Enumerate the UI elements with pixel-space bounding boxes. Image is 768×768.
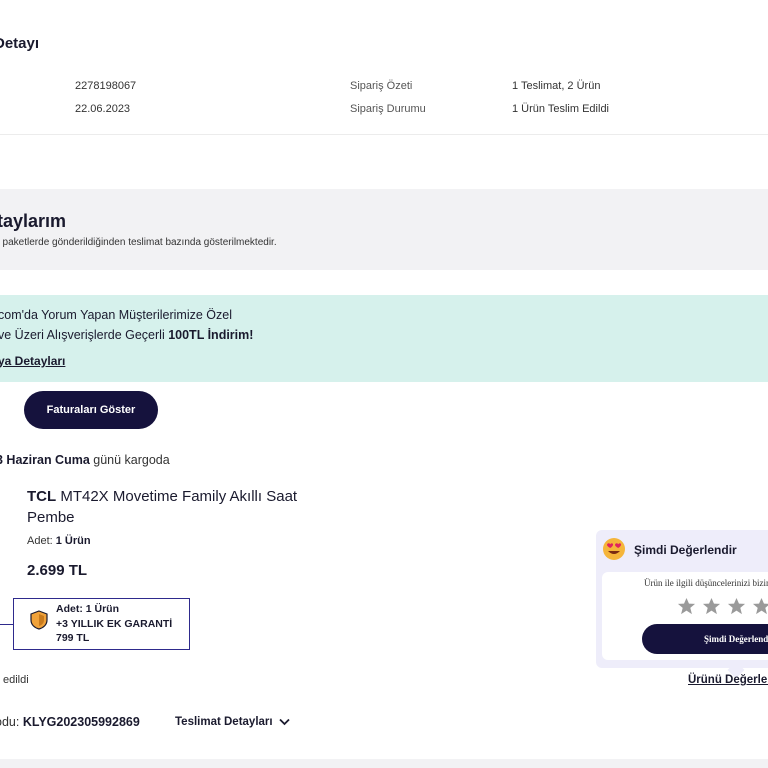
rating-prompt: Ürün ile ilgili düşüncelerinizi bizimle [644,578,768,588]
campaign-details-link[interactable]: ya Detayları [0,354,65,368]
tracking-code: odu: KLYG202305992869 [0,715,140,729]
order-date: 22.06.2023 [75,103,131,115]
promo-suffix: İndirim! [204,328,254,342]
order-summary-value: 1 Teslimat, 2 Ürün [512,80,601,92]
star-icon[interactable] [752,597,768,616]
shield-icon [30,610,48,630]
product-quantity-label: Adet: [27,535,56,547]
promo-amount: 100TL [168,328,205,342]
product-price: 2.699 TL [27,562,88,579]
rate-product-link[interactable]: Ürünü Değerlen [688,674,768,686]
star-icon[interactable] [677,597,696,616]
cargo-date-bold: 3 Haziran Cuma [0,453,90,467]
delivery-details-subtitle: ı paketlerde gönderildiğinden teslimat b… [0,237,277,248]
star-icon[interactable] [702,597,721,616]
bottom-band [0,759,768,768]
tracking-code-label: odu: [0,715,20,729]
promo-line-1: com'da Yorum Yapan Müşterilerimize Özel [0,308,232,322]
delivery-details-link: Teslimat Detayları [175,716,273,728]
order-status-label: Sipariş Durumu [350,103,426,115]
promo-line-2-prefix: ve Üzeri Alışverişlerde Geçerli [0,328,169,342]
product-title: MT42X Movetime Family Akıllı Saat Pembe [27,488,298,526]
rating-stars[interactable] [677,597,768,616]
star-icon[interactable] [727,597,746,616]
warranty-title: +3 YILLIK EK GARANTİ [56,618,173,630]
tracking-code-value: KLYG202305992869 [22,715,140,729]
order-number: 2278198067 [75,80,137,92]
warranty-quantity: Adet: 1 Ürün [56,603,119,615]
delivery-details-title: taylarım [0,211,67,231]
product-brand: TCL [27,488,57,505]
rate-now-button[interactable]: Şimdi Değerlendir [642,624,768,654]
heart-eyes-emoji-icon [603,538,625,560]
product-quantity-value: 1 Ürün [55,535,91,547]
order-status-value: 1 Ürün Teslim Edildi [512,103,610,115]
cargo-date-suffix: günü kargoda [89,453,170,467]
warranty-connector [0,624,14,625]
product-quantity: Adet: 1 Ürün [27,535,91,547]
product-name[interactable]: TCL MT42X Movetime Family Akıllı Saat Pe… [27,486,317,528]
promo-line-2: ve Üzeri Alışverişlerde Geçerli 100TL İn… [0,328,253,342]
warranty-price: 799 TL [56,632,90,644]
delivery-details-toggle[interactable]: Teslimat Detayları [175,716,290,728]
delivery-details-band [0,189,768,270]
chevron-down-icon [278,718,290,726]
order-summary-label: Sipariş Özeti [350,80,413,92]
divider [0,134,768,135]
show-invoices-button[interactable]: Faturaları Göster [24,391,158,429]
delivered-status: edildi [3,674,29,686]
cargo-date: 3 Haziran Cuma günü kargoda [0,453,170,467]
rating-title: Şimdi Değerlendir [634,543,737,557]
order-detail-title: Detayı [0,35,40,52]
